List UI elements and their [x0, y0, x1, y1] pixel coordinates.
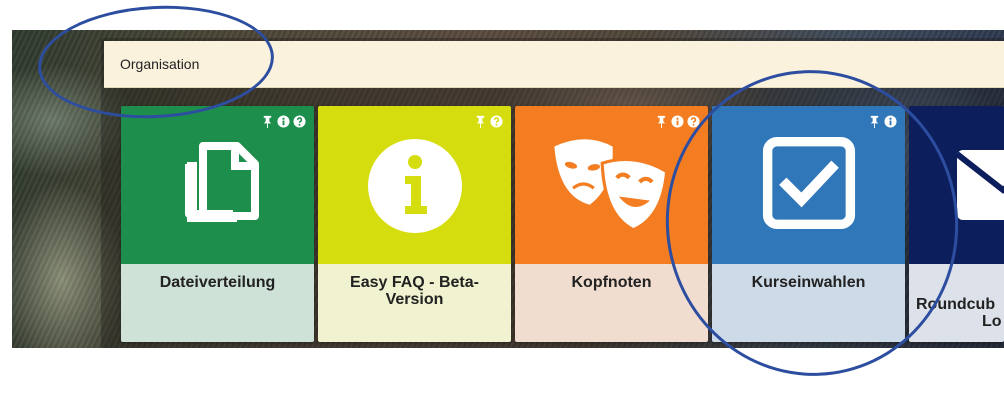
tile-header: [318, 106, 511, 264]
tile-title: Dateiverteilung: [159, 274, 276, 291]
copy-files-icon: [185, 142, 259, 222]
checkbox-icon: [762, 136, 856, 230]
tile-badges: [868, 114, 897, 128]
envelope-icon: [955, 150, 1004, 220]
pin-icon[interactable]: [261, 115, 274, 128]
tile-badges: [261, 114, 306, 128]
tile-label-area: Dateiverteilung: [121, 264, 314, 342]
pin-icon[interactable]: [868, 115, 881, 128]
pin-icon[interactable]: [474, 115, 487, 128]
info-circle-icon: [368, 139, 462, 233]
tile-label-area: Roundcub Lo: [909, 264, 1004, 342]
info-icon[interactable]: [277, 114, 290, 128]
tile-label-area: Kurseinwahlen: [712, 264, 905, 342]
tile-header: [712, 106, 905, 264]
help-icon[interactable]: [687, 114, 700, 128]
pin-icon[interactable]: [655, 115, 668, 128]
tile-title-line-2: Lo: [982, 313, 1002, 330]
section-title: Organisation: [120, 56, 200, 72]
theater-masks-icon: [554, 139, 669, 232]
section-header[interactable]: Organisation: [104, 41, 1004, 88]
tile-header: [121, 106, 314, 264]
tile-label-area: Easy FAQ - Beta-Version: [318, 264, 511, 342]
tile-dateiverteilung[interactable]: Dateiverteilung: [121, 106, 314, 342]
info-icon[interactable]: [884, 114, 897, 128]
tile-kurseinwahlen[interactable]: Kurseinwahlen: [712, 106, 905, 342]
tile-easy-faq[interactable]: Easy FAQ - Beta-Version: [318, 106, 511, 342]
tile-header: [909, 106, 1004, 264]
tile-title-line-1: Roundcub: [916, 296, 996, 313]
tile-title: Kurseinwahlen: [751, 274, 866, 291]
tile-roundcube[interactable]: Roundcub Lo: [909, 106, 1004, 342]
tile-label-area: Kopfnoten: [515, 264, 708, 342]
info-icon[interactable]: [671, 114, 684, 128]
help-icon[interactable]: [490, 114, 503, 128]
tile-title: Kopfnoten: [571, 274, 652, 291]
help-icon[interactable]: [293, 114, 306, 128]
tile-header: [515, 106, 708, 264]
tile-kopfnoten[interactable]: Kopfnoten: [515, 106, 708, 342]
tile-badges: [655, 114, 700, 128]
tile-badges: [474, 114, 503, 128]
tile-title: Easy FAQ - Beta-Version: [350, 274, 479, 308]
